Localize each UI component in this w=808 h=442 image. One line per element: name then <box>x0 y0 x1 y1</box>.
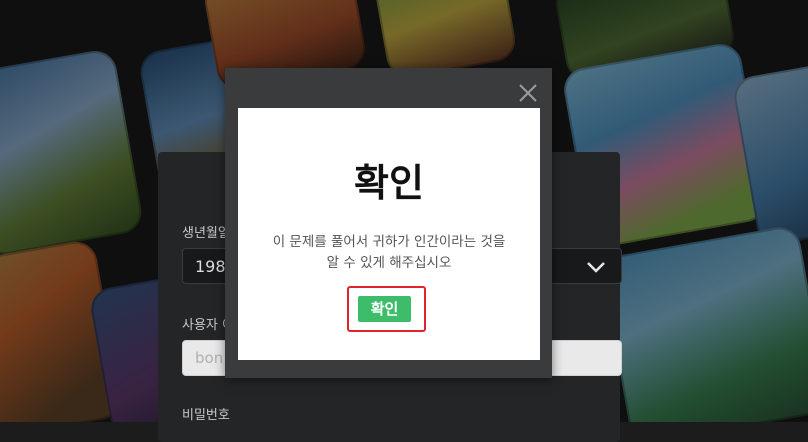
confirm-button[interactable]: 확인 <box>358 296 411 322</box>
captcha-title: 확인 <box>354 161 424 205</box>
chevron-down-icon <box>587 262 605 273</box>
password-label: 비밀번호 <box>182 408 230 423</box>
captcha-modal: 확인 이 문제를 풀어서 귀하가 인간이라는 것을 알 수 있게 해주십시오 확… <box>225 68 552 378</box>
captcha-message-line: 알 수 있게 해주십시오 <box>326 255 452 271</box>
birthday-label: 생년월일 <box>182 226 230 241</box>
captcha-message-line: 이 문제를 풀어서 귀하가 인간이라는 것을 <box>272 234 506 250</box>
captcha-card: 확인 이 문제를 풀어서 귀하가 인간이라는 것을 알 수 있게 해주십시오 확… <box>238 108 540 360</box>
confirm-highlight-box: 확인 <box>347 286 426 332</box>
close-icon[interactable] <box>517 82 539 104</box>
captcha-message: 이 문제를 풀어서 귀하가 인간이라는 것을 알 수 있게 해주십시오 <box>248 232 530 274</box>
username-placeholder: bon <box>195 349 224 367</box>
